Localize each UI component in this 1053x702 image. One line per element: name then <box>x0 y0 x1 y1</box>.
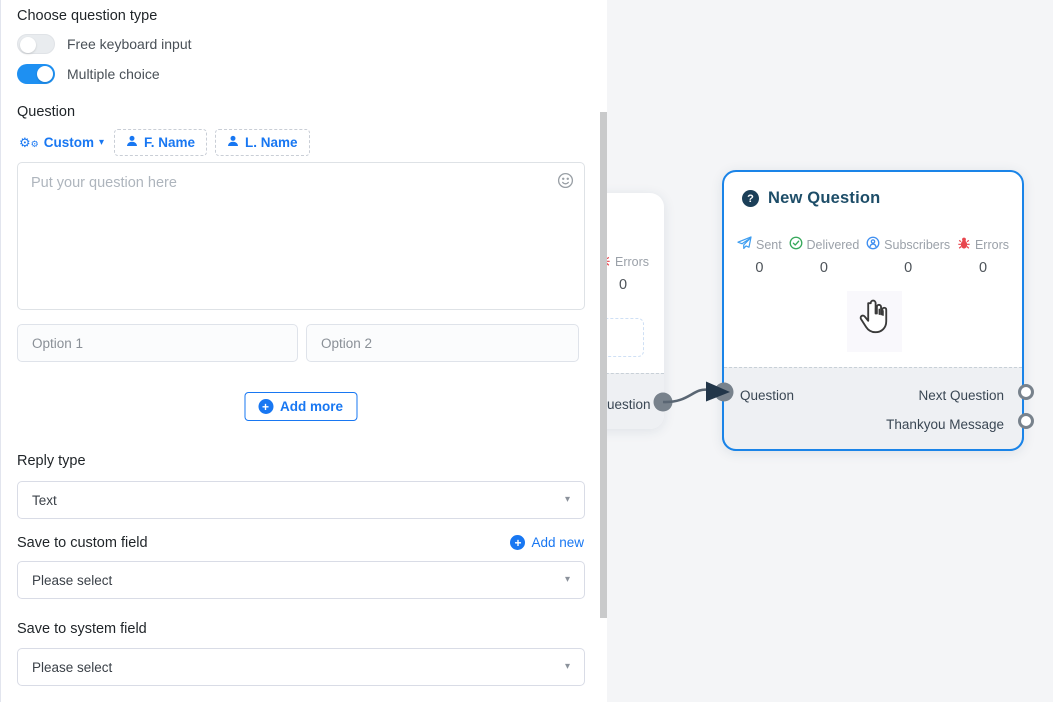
custom-field-value: Please select <box>32 573 112 588</box>
question-label: Question <box>17 104 75 120</box>
output-port-label-thankyou: Thankyou Message <box>886 417 1004 432</box>
custom-field-label: Save to custom field <box>17 535 148 551</box>
node-header: ? New Question <box>724 172 1022 208</box>
cursor-hover-pad <box>847 291 902 352</box>
question-editor <box>17 162 585 310</box>
output-port-label-next-question: Next Question <box>918 388 1004 403</box>
question-textarea[interactable] <box>17 162 585 310</box>
system-field-label: Save to system field <box>17 621 147 637</box>
first-name-chip[interactable]: F. Name <box>114 129 207 156</box>
chip-label: L. Name <box>245 135 298 150</box>
custom-field-select[interactable]: Please select ▾ <box>17 561 585 599</box>
output-port-next-question[interactable] <box>1018 384 1034 400</box>
system-field-value: Please select <box>32 660 112 675</box>
chip-label: F. Name <box>144 135 195 150</box>
reply-type-label: Reply type <box>17 453 86 469</box>
settings-panel: Choose question type Free keyboard input… <box>0 0 600 702</box>
system-field-select[interactable]: Please select ▾ <box>17 648 585 686</box>
plus-circle-icon: + <box>510 535 525 550</box>
emoji-picker-icon[interactable] <box>557 172 574 194</box>
add-new-label: Add new <box>531 535 584 550</box>
panel-scrollbar[interactable] <box>600 0 607 702</box>
person-icon <box>126 135 138 150</box>
stat-subscribers: Subscribers 0 <box>866 236 950 276</box>
stat-label: Errors <box>615 255 649 269</box>
toggle-label: Free keyboard input <box>67 36 192 52</box>
custom-dropdown-button[interactable]: ⚙⚙ Custom ▾ <box>17 131 106 154</box>
subscribers-icon <box>866 236 880 253</box>
reply-type-select[interactable]: Text ▾ <box>17 481 585 519</box>
stat-errors: Errors 0 <box>957 236 1009 276</box>
option-2-input[interactable] <box>306 324 579 362</box>
reply-type-value: Text <box>32 493 57 508</box>
connector-edge <box>600 350 780 440</box>
merge-tags-row: ⚙⚙ Custom ▾ F. Name L. Name <box>17 129 310 156</box>
custom-button-label: Custom <box>44 135 94 150</box>
multiple-choice-toggle[interactable] <box>17 64 55 84</box>
check-circle-icon <box>789 236 803 253</box>
send-icon <box>737 236 752 253</box>
bug-icon <box>957 236 971 253</box>
toggle-row-multiple-choice: Multiple choice <box>17 64 160 84</box>
option-1-input[interactable] <box>17 324 298 362</box>
output-port-thankyou[interactable] <box>1018 413 1034 429</box>
add-new-link[interactable]: + Add new <box>510 535 584 550</box>
hand-cursor-icon <box>856 298 894 345</box>
toggle-label: Multiple choice <box>67 66 160 82</box>
person-icon <box>227 135 239 150</box>
gears-icon: ⚙⚙ <box>19 136 39 149</box>
toggle-row-free-keyboard: Free keyboard input <box>17 34 192 54</box>
chevron-down-icon: ▾ <box>565 495 570 505</box>
node-stats-row: Sent 0 Delivered 0 Subscribers <box>724 236 1022 276</box>
chevron-down-icon: ▾ <box>565 662 570 672</box>
stat-delivered: Delivered 0 <box>789 236 860 276</box>
add-more-label: Add more <box>280 399 343 414</box>
scrollbar-thumb[interactable] <box>600 112 607 618</box>
free-keyboard-toggle[interactable] <box>17 34 55 54</box>
question-mark-icon: ? <box>742 190 759 207</box>
add-more-button[interactable]: + Add more <box>244 392 357 421</box>
last-name-chip[interactable]: L. Name <box>215 129 310 156</box>
chevron-down-icon: ▾ <box>99 138 104 148</box>
stat-sent: Sent 0 <box>737 236 782 276</box>
node-title: New Question <box>768 189 880 208</box>
question-type-label: Choose question type <box>17 8 157 24</box>
chevron-down-icon: ▾ <box>565 575 570 585</box>
plus-circle-icon: + <box>258 399 273 414</box>
